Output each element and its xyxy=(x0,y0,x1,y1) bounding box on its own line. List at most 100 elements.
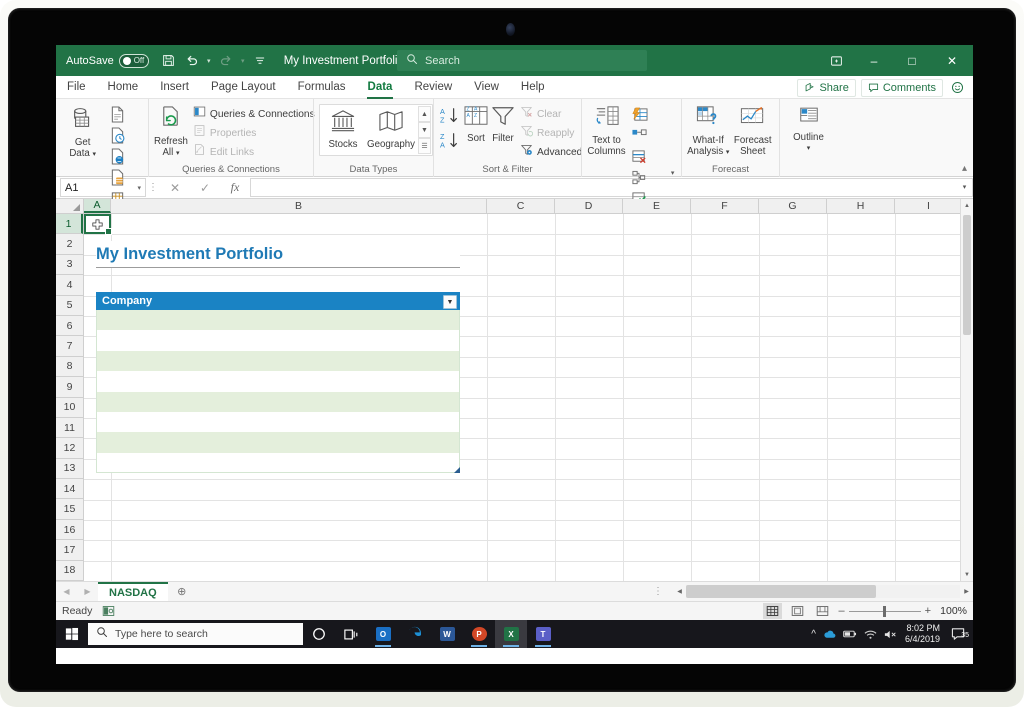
comments-button[interactable]: Comments xyxy=(861,79,943,97)
zoom-level[interactable]: 100% xyxy=(937,605,967,617)
share-button[interactable]: Share xyxy=(797,79,855,97)
previous-sheet-icon[interactable]: ◀ xyxy=(63,587,69,596)
scroll-down-icon[interactable]: ▼ xyxy=(961,568,973,581)
tab-data[interactable]: Data xyxy=(357,76,404,99)
record-macro-icon[interactable] xyxy=(102,605,115,617)
relationships-icon[interactable] xyxy=(628,125,650,146)
row-header-15[interactable]: 15 xyxy=(56,499,83,519)
column-header-h[interactable]: H xyxy=(827,199,895,213)
geography-button[interactable]: Geography xyxy=(365,106,417,151)
selected-cell-a1[interactable] xyxy=(84,214,111,234)
row-header-13[interactable]: 13 xyxy=(56,459,83,479)
page-break-preview-icon[interactable] xyxy=(813,603,832,619)
from-recent-sources-icon[interactable] xyxy=(106,125,128,146)
column-header-g[interactable]: G xyxy=(759,199,827,213)
save-icon[interactable] xyxy=(159,51,179,71)
table-resize-handle-icon[interactable] xyxy=(454,467,460,473)
select-all-corner[interactable] xyxy=(56,199,84,213)
tab-page-layout[interactable]: Page Layout xyxy=(200,76,287,99)
filter-dropdown-icon[interactable]: ▼ xyxy=(443,295,457,309)
sort-descending-icon[interactable]: ZA xyxy=(439,131,461,156)
column-header-f[interactable]: F xyxy=(691,199,759,213)
collapse-ribbon-chevron-icon[interactable]: ▴ xyxy=(962,163,967,174)
column-header-c[interactable]: C xyxy=(487,199,555,213)
row-header-16[interactable]: 16 xyxy=(56,520,83,540)
outline-button[interactable]: Outline ▾ xyxy=(785,102,832,154)
column-header-d[interactable]: D xyxy=(555,199,623,213)
table-row[interactable] xyxy=(96,310,460,330)
onedrive-icon[interactable] xyxy=(823,629,836,640)
zoom-track[interactable] xyxy=(849,611,921,612)
smiley-face-icon[interactable] xyxy=(948,81,967,94)
refresh-all-button[interactable]: Refresh All ▾ xyxy=(154,102,188,159)
from-text-csv-icon[interactable] xyxy=(106,104,128,125)
undo-icon[interactable] xyxy=(182,51,202,71)
tab-insert[interactable]: Insert xyxy=(149,76,200,99)
horizontal-scrollbar[interactable]: ◀ ▶ xyxy=(673,583,973,600)
table-header-company[interactable]: Company ▼ xyxy=(96,292,460,310)
autosave-switch[interactable]: Off xyxy=(119,54,149,68)
row-header-10[interactable]: 10 xyxy=(56,398,83,418)
tab-review[interactable]: Review xyxy=(403,76,463,99)
action-center-icon[interactable]: 35 xyxy=(947,627,969,641)
tab-home[interactable]: Home xyxy=(97,76,150,99)
filter-button[interactable]: Filter xyxy=(491,102,515,145)
remove-duplicates-icon[interactable] xyxy=(628,146,650,167)
taskbar-app-teams[interactable]: T xyxy=(527,620,559,648)
tab-bar-split-handle[interactable]: ⋮ xyxy=(653,586,663,597)
taskbar-app-word[interactable]: W xyxy=(431,620,463,648)
next-sheet-icon[interactable]: ▶ xyxy=(84,587,90,596)
table-row[interactable] xyxy=(96,412,460,432)
tab-view[interactable]: View xyxy=(463,76,510,99)
outline-dropdown-icon[interactable]: ▾ xyxy=(807,144,811,155)
get-data-button[interactable]: Get Data ▾ xyxy=(61,102,104,160)
grid-cells[interactable]: My Investment Portfolio Company ▼ xyxy=(84,214,973,581)
taskbar-app-outlook[interactable]: O xyxy=(367,620,399,648)
row-header-2[interactable]: 2 xyxy=(56,234,83,254)
wifi-icon[interactable] xyxy=(864,629,877,640)
row-header-3[interactable]: 3 xyxy=(56,255,83,275)
cancel-icon[interactable]: ✕ xyxy=(160,181,190,195)
customize-quick-access-icon[interactable] xyxy=(250,51,270,71)
horizontal-scroll-thumb[interactable] xyxy=(686,585,876,598)
enter-check-icon[interactable]: ✓ xyxy=(190,181,220,195)
vertical-scroll-thumb[interactable] xyxy=(963,215,971,335)
hscroll-left-icon[interactable]: ◀ xyxy=(673,588,686,595)
scroll-up-icon[interactable]: ▲ xyxy=(961,199,973,212)
data-tools-dropdown-icon[interactable]: ▾ xyxy=(669,169,676,177)
taskbar-app-edge[interactable] xyxy=(399,620,431,648)
zoom-slider[interactable]: – + xyxy=(838,605,931,617)
table-row[interactable] xyxy=(96,432,460,452)
column-header-a[interactable]: A xyxy=(84,199,111,213)
table-row[interactable] xyxy=(96,330,460,350)
table-row[interactable] xyxy=(96,351,460,371)
stocks-button[interactable]: Stocks xyxy=(321,106,365,151)
show-hidden-icons-icon[interactable]: ^ xyxy=(811,629,816,640)
tab-file[interactable]: File xyxy=(56,76,97,99)
table-row[interactable] xyxy=(96,371,460,391)
gallery-scroll-down-icon[interactable]: ▼ xyxy=(418,122,431,138)
sort-ascending-icon[interactable]: AZ xyxy=(439,106,461,131)
row-header-4[interactable]: 4 xyxy=(56,275,83,295)
sort-button[interactable]: ZAAZ Sort xyxy=(463,102,489,145)
column-header-e[interactable]: E xyxy=(623,199,691,213)
row-header-1[interactable]: 1 xyxy=(56,214,83,234)
zoom-out-button[interactable]: – xyxy=(838,605,844,617)
row-header-14[interactable]: 14 xyxy=(56,479,83,499)
zoom-thumb[interactable] xyxy=(883,606,886,617)
row-header-11[interactable]: 11 xyxy=(56,418,83,438)
column-header-b[interactable]: B xyxy=(111,199,487,213)
normal-view-icon[interactable] xyxy=(763,603,782,619)
windows-start-icon[interactable] xyxy=(56,620,88,648)
tab-help[interactable]: Help xyxy=(510,76,556,99)
hscroll-right-icon[interactable]: ▶ xyxy=(960,588,973,595)
table-row[interactable] xyxy=(96,453,460,473)
row-header-5[interactable]: 5 xyxy=(56,296,83,316)
maximize-button[interactable]: □ xyxy=(893,45,931,76)
ribbon-display-options-icon[interactable] xyxy=(817,45,855,76)
expand-formula-bar-icon[interactable]: ▾ xyxy=(957,178,973,197)
taskbar-app-excel[interactable]: X xyxy=(495,620,527,648)
volume-muted-icon[interactable] xyxy=(884,629,898,640)
task-view-icon[interactable] xyxy=(335,620,367,648)
from-database-icon[interactable] xyxy=(106,167,128,188)
